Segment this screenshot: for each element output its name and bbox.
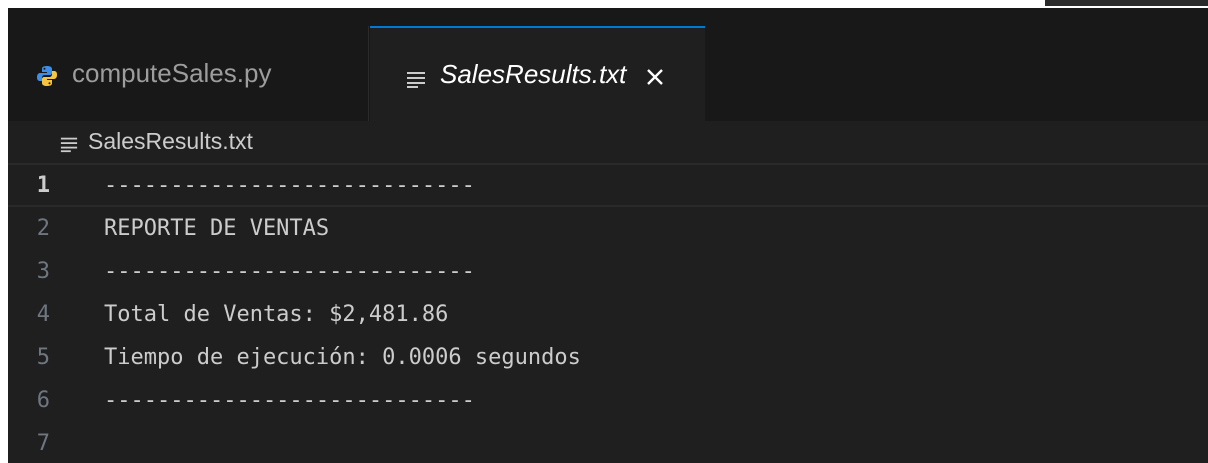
tab-bar: computeSales.py SalesResults.txt [8,8,1208,121]
left-edge [0,8,8,463]
line-text: ---------------------------- [104,172,475,198]
editor-line[interactable]: 3 ---------------------------- [8,249,1208,293]
line-number: 1 [36,172,50,198]
python-icon [36,63,58,86]
tab-sales-results[interactable]: SalesResults.txt [370,26,705,121]
text-file-icon [406,65,426,88]
editor-window: computeSales.py SalesResults.txt SalesRe… [0,0,1208,463]
editor-line[interactable]: 6 ---------------------------- [8,378,1208,422]
editor-line[interactable]: 1 ---------------------------- [8,163,1208,207]
editor-area[interactable]: 1 ---------------------------- 2 REPORTE… [8,161,1208,463]
line-text: ---------------------------- [104,387,475,413]
top-strip [0,0,1208,8]
tab-label: computeSales.py [72,58,272,88]
tab-label: SalesResults.txt [440,59,627,89]
breadcrumb[interactable]: SalesResults.txt [8,121,1208,161]
breadcrumb-file: SalesResults.txt [88,127,253,154]
top-strip-dark [1045,0,1208,6]
line-text: ---------------------------- [104,258,475,284]
close-icon[interactable] [644,64,666,86]
line-number: 4 [36,301,50,327]
text-file-icon [60,132,78,153]
line-number: 5 [36,344,50,370]
line-number: 2 [36,215,50,241]
line-number: 7 [36,430,50,456]
editor-line[interactable]: 5 Tiempo de ejecución: 0.0006 segundos [8,335,1208,379]
line-number: 3 [36,258,50,284]
editor-line[interactable]: 4 Total de Ventas: $2,481.86 [8,292,1208,336]
line-number: 6 [36,387,50,413]
editor-line[interactable]: 2 REPORTE DE VENTAS [8,206,1208,250]
line-text: Total de Ventas: $2,481.86 [104,301,449,327]
tab-compute-sales[interactable]: computeSales.py [8,26,369,121]
line-text: Tiempo de ejecución: 0.0006 segundos [104,344,581,370]
line-text: REPORTE DE VENTAS [104,215,330,241]
editor-line[interactable]: 7 [8,421,1208,463]
